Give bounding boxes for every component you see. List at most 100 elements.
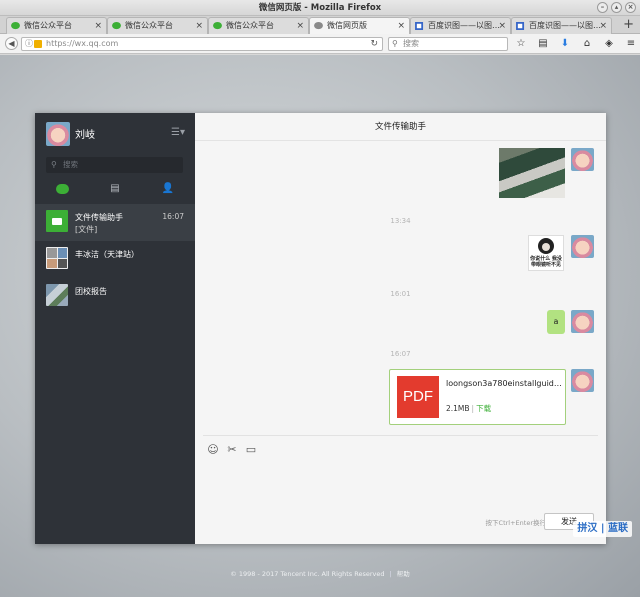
search-placeholder: 搜索 bbox=[403, 39, 419, 48]
page-footer: © 1998 - 2017 Tencent Inc. All Rights Re… bbox=[0, 568, 640, 578]
chat-item-report[interactable]: 团校报告 bbox=[35, 278, 195, 315]
lock-icon bbox=[34, 40, 42, 48]
tab-contacts[interactable]: 👤 bbox=[160, 182, 176, 196]
chat-preview: [文件] bbox=[75, 225, 98, 234]
back-button[interactable]: ◀ bbox=[5, 37, 18, 50]
profile-name: 刘岐 bbox=[75, 130, 95, 141]
tab-close-icon[interactable]: × bbox=[498, 18, 506, 34]
reload-icon[interactable]: ↻ bbox=[370, 38, 378, 50]
chat-bubble-icon bbox=[55, 184, 69, 194]
conversation-panel: 文件传输助手 13:34 你说什么 我没 带眼镜听不见 16:01 a 16:0… bbox=[195, 113, 606, 544]
report-avatar bbox=[46, 284, 68, 306]
document-icon: ▤ bbox=[110, 183, 120, 194]
chat-item-file-transfer[interactable]: 文件传输助手 16:07 [文件] bbox=[35, 204, 195, 241]
chat-name: 丰冰洁（天津站） bbox=[75, 250, 139, 259]
image-message[interactable] bbox=[499, 148, 565, 198]
footer-separator: | bbox=[389, 570, 392, 578]
download-link[interactable]: 下载 bbox=[476, 404, 491, 413]
url-text[interactable]: https://wx.qq.com bbox=[46, 38, 118, 50]
folder-icon[interactable]: ▭ bbox=[244, 443, 258, 457]
message-avatar bbox=[571, 235, 594, 258]
search-icon: ⚲ bbox=[392, 39, 398, 48]
tab-close-icon[interactable]: × bbox=[94, 18, 102, 34]
sidebar-tabs: ▤ 👤 bbox=[35, 179, 195, 201]
wechat-icon bbox=[213, 22, 222, 30]
file-message[interactable]: PDF loongson3a780einstallguidev… 2.1MB | 下… bbox=[389, 369, 566, 425]
toolbar-icons: ☆ ▤ ⬇ ⌂ ◈ ≡ bbox=[514, 37, 638, 50]
browser-tabbar: 微信公众平台 × 微信公众平台 × 微信公众平台 × 微信网页版 × 百度识图—… bbox=[0, 16, 640, 35]
wechat-icon bbox=[112, 22, 121, 30]
window-title: 微信网页版 - Mozilla Firefox bbox=[258, 3, 382, 13]
home-icon[interactable]: ⌂ bbox=[580, 37, 594, 50]
reading-list-icon[interactable]: ▤ bbox=[536, 37, 550, 50]
composer-divider bbox=[203, 435, 598, 436]
window-titlebar: 微信网页版 - Mozilla Firefox – ▴ × bbox=[0, 0, 640, 16]
download-icon[interactable]: ⬇ bbox=[558, 37, 572, 50]
tab-close-icon[interactable]: × bbox=[599, 18, 607, 34]
sidebar-search-input[interactable]: ⚲ 搜索 bbox=[46, 157, 183, 173]
sidebar: 刘岐 ☰▾ ⚲ 搜索 ▤ 👤 文件传输助手 16:07 [文件] 丰冰洁（天津站… bbox=[35, 113, 195, 544]
window-controls: – ▴ × bbox=[597, 2, 636, 13]
chat-list: 文件传输助手 16:07 [文件] 丰冰洁（天津站） 团校报告 bbox=[35, 204, 195, 315]
tab-close-icon[interactable]: × bbox=[296, 18, 304, 34]
bookmark-star-icon[interactable]: ☆ bbox=[514, 37, 528, 50]
file-size: 2.1MB bbox=[446, 404, 470, 413]
message-composer[interactable]: ☺ ✂ ▭ 按下Ctrl+Enter换行 发送 bbox=[195, 435, 606, 544]
wechat-icon bbox=[314, 22, 323, 30]
tab-close-icon[interactable]: × bbox=[195, 18, 203, 34]
baidu-icon bbox=[516, 22, 525, 30]
folder-icon bbox=[52, 218, 62, 225]
page-viewport: 刘岐 ☰▾ ⚲ 搜索 ▤ 👤 文件传输助手 16:07 [文件] 丰冰洁（天津站… bbox=[0, 55, 640, 597]
message-avatar bbox=[571, 310, 594, 333]
help-link[interactable]: 帮助 bbox=[397, 570, 410, 578]
message-avatar bbox=[571, 369, 594, 392]
sticker-message[interactable]: 你说什么 我没 带眼镜听不见 bbox=[528, 235, 564, 271]
timestamp: 13:34 bbox=[390, 217, 411, 225]
browser-tab-3[interactable]: 微信公众平台 × bbox=[208, 17, 309, 34]
search-icon: ⚲ bbox=[51, 160, 57, 169]
meme-face-icon bbox=[538, 238, 554, 254]
message-list[interactable]: 13:34 你说什么 我没 带眼镜听不见 16:01 a 16:07 PDF l… bbox=[195, 142, 606, 435]
search-bar[interactable]: ⚲ 搜索 bbox=[388, 37, 508, 51]
browser-tab-1[interactable]: 微信公众平台 × bbox=[6, 17, 107, 34]
maximize-icon[interactable]: ▴ bbox=[611, 2, 622, 13]
tab-label: 微信网页版 bbox=[327, 21, 367, 30]
menu-icon[interactable]: ≡ bbox=[624, 37, 638, 50]
contacts-icon: 👤 bbox=[161, 183, 175, 194]
sidebar-search-placeholder: 搜索 bbox=[63, 160, 78, 169]
baidu-icon bbox=[415, 22, 424, 30]
group-avatar bbox=[46, 247, 68, 269]
conversation-title: 文件传输助手 bbox=[195, 113, 606, 141]
browser-tab-6[interactable]: 百度识图——以图… × bbox=[511, 17, 612, 34]
chat-item-group[interactable]: 丰冰洁（天津站） bbox=[35, 241, 195, 278]
tab-label: 微信公众平台 bbox=[125, 21, 173, 30]
browser-navbar: ◀ ⓘ https://wx.qq.com ↻ ⚲ 搜索 ☆ ▤ ⬇ ⌂ ◈ ≡ bbox=[0, 34, 640, 54]
tab-articles[interactable]: ▤ bbox=[107, 182, 123, 196]
new-tab-button[interactable]: + bbox=[623, 16, 634, 33]
timestamp: 16:01 bbox=[390, 290, 411, 298]
tab-label: 百度识图——以图… bbox=[529, 21, 601, 30]
browser-tab-5[interactable]: 百度识图——以图… × bbox=[410, 17, 511, 34]
minimize-icon[interactable]: – bbox=[597, 2, 608, 13]
url-bar[interactable]: ⓘ https://wx.qq.com ↻ bbox=[21, 37, 383, 51]
file-transfer-avatar bbox=[46, 210, 68, 232]
close-icon[interactable]: × bbox=[625, 2, 636, 13]
chat-name: 文件传输助手 bbox=[75, 213, 123, 222]
info-icon[interactable]: ⓘ bbox=[25, 38, 33, 50]
chat-name: 团校报告 bbox=[75, 287, 107, 296]
watermark-logo: 拼汉 | 蓝联 bbox=[573, 521, 632, 537]
browser-tab-4[interactable]: 微信网页版 × bbox=[309, 17, 410, 35]
wechat-icon bbox=[11, 22, 20, 30]
text-message[interactable]: a bbox=[547, 310, 565, 334]
wechat-window: 刘岐 ☰▾ ⚲ 搜索 ▤ 👤 文件传输助手 16:07 [文件] 丰冰洁（天津站… bbox=[35, 113, 606, 544]
tab-chats[interactable] bbox=[54, 182, 70, 196]
tab-close-icon[interactable]: × bbox=[397, 18, 405, 34]
browser-tab-2[interactable]: 微信公众平台 × bbox=[107, 17, 208, 34]
sidebar-menu-icon[interactable]: ☰▾ bbox=[171, 127, 185, 138]
scissors-icon[interactable]: ✂ bbox=[225, 443, 239, 457]
message-avatar bbox=[571, 148, 594, 171]
pocket-icon[interactable]: ◈ bbox=[602, 37, 616, 50]
profile-avatar[interactable] bbox=[46, 122, 70, 146]
chat-time: 16:07 bbox=[162, 212, 184, 221]
emoji-icon[interactable]: ☺ bbox=[206, 443, 220, 457]
